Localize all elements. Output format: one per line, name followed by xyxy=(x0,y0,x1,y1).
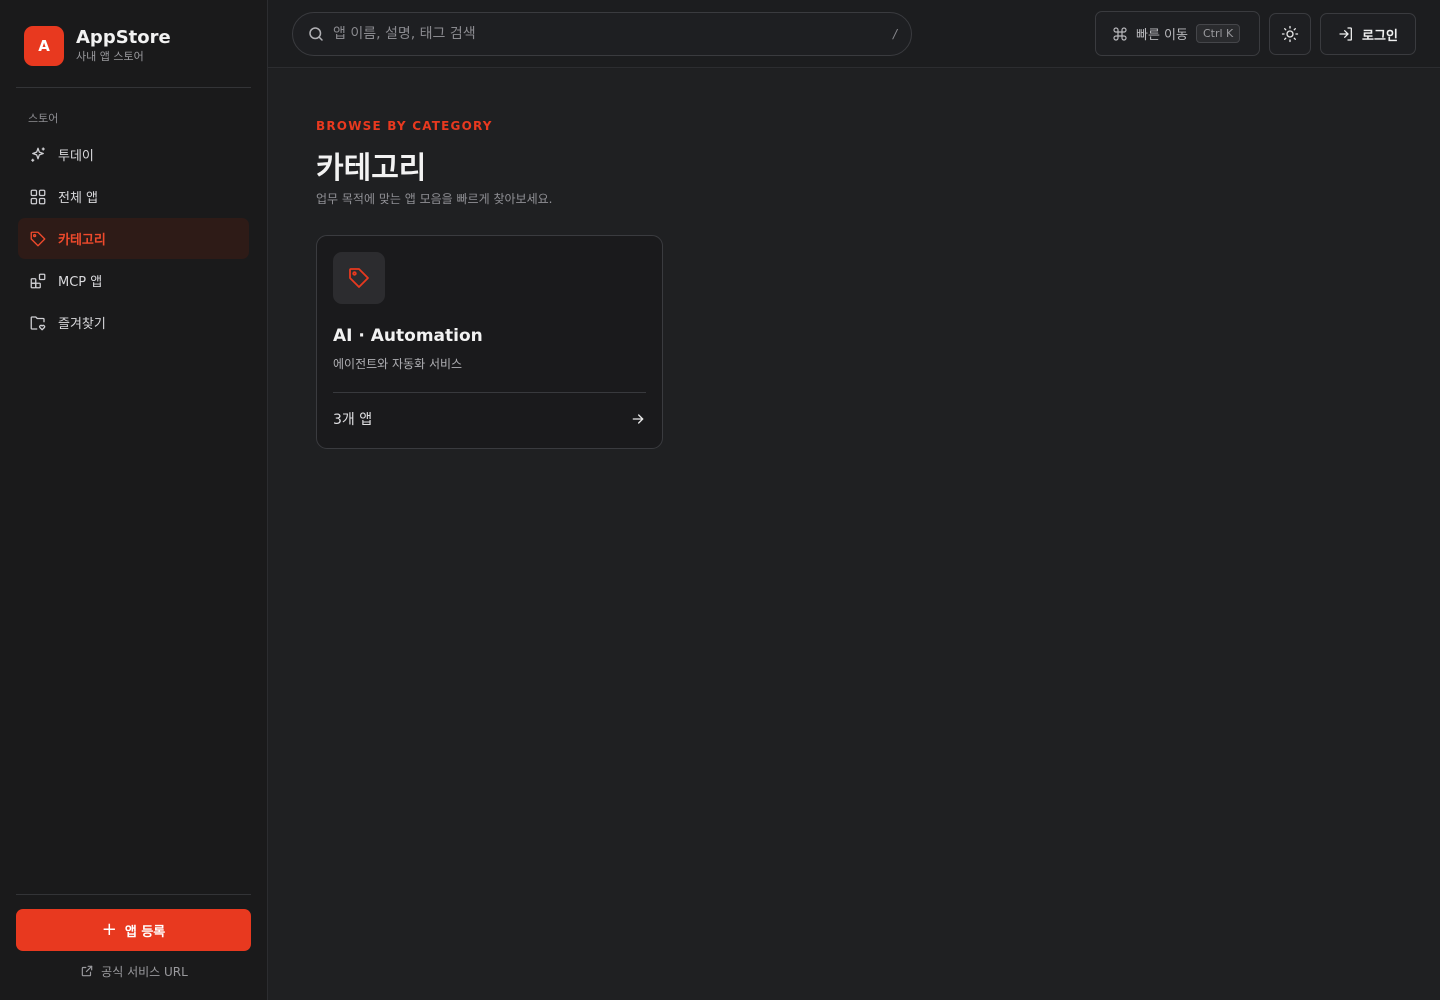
sparkles-icon xyxy=(28,145,48,165)
sidebar-item-favorites[interactable]: 즐겨찾기 xyxy=(18,302,249,343)
log-in-icon xyxy=(1338,26,1354,42)
theme-toggle-button[interactable] xyxy=(1269,13,1311,55)
sidebar-item-all-apps[interactable]: 전체 앱 xyxy=(18,176,249,217)
external-link-icon xyxy=(80,964,94,978)
folder-heart-icon xyxy=(28,313,48,333)
official-service-link[interactable]: 공식 서비스 URL xyxy=(0,962,268,980)
sidebar-item-today[interactable]: 투데이 xyxy=(18,134,249,175)
sidebar: A AppStore 사내 앱 스토어 스토어 투데이 전체 앱 카테고리 MC… xyxy=(0,0,268,1000)
quick-nav-label: 빠른 이동 xyxy=(1136,28,1188,43)
app-root: A AppStore 사내 앱 스토어 스토어 투데이 전체 앱 카테고리 MC… xyxy=(0,0,1440,1000)
login-label: 로그인 xyxy=(1362,28,1398,44)
sidebar-nav: 투데이 전체 앱 카테고리 MCP 앱 즐겨찾기 xyxy=(18,134,249,344)
page-title: 카테고리 xyxy=(316,151,427,186)
sidebar-item-label: 투데이 xyxy=(58,149,94,164)
quick-nav-shortcut: Ctrl K xyxy=(1195,24,1241,43)
brand-name: AppStore xyxy=(76,27,171,48)
category-icon-box xyxy=(333,252,385,304)
register-app-button[interactable]: + 앱 등록 xyxy=(16,909,251,951)
sun-icon xyxy=(1281,25,1299,43)
tag-icon xyxy=(28,229,48,249)
category-app-count: 3개 앱 xyxy=(333,412,373,428)
main-content: BROWSE BY CATEGORY 카테고리 업무 목적에 맞는 앱 모음을 … xyxy=(268,69,1440,1000)
command-icon xyxy=(1112,26,1128,42)
sidebar-item-categories[interactable]: 카테고리 xyxy=(18,218,249,259)
sidebar-divider xyxy=(16,87,251,88)
sidebar-item-label: 전체 앱 xyxy=(58,191,99,206)
search-input[interactable] xyxy=(333,26,893,42)
plus-icon: + xyxy=(101,919,117,940)
category-title: AI · Automation xyxy=(333,326,483,346)
tag-icon xyxy=(347,266,371,290)
sidebar-item-label: MCP 앱 xyxy=(58,275,103,290)
sidebar-item-mcp-apps[interactable]: MCP 앱 xyxy=(18,260,249,301)
grid-icon xyxy=(28,187,48,207)
brand-text: AppStore 사내 앱 스토어 xyxy=(76,27,171,65)
nav-section-label: 스토어 xyxy=(28,112,59,125)
sidebar-item-label: 즐겨찾기 xyxy=(58,317,106,332)
page-eyebrow: BROWSE BY CATEGORY xyxy=(316,119,493,133)
register-app-label: 앱 등록 xyxy=(124,924,166,940)
search-icon xyxy=(307,25,325,43)
page-description: 업무 목적에 맞는 앱 모음을 빠르게 찾아보세요. xyxy=(316,192,553,206)
brand[interactable]: A AppStore 사내 앱 스토어 xyxy=(24,26,171,66)
top-bar: / 빠른 이동 Ctrl K xyxy=(268,0,1440,68)
search-bar[interactable]: / xyxy=(292,12,912,56)
login-button[interactable]: 로그인 xyxy=(1320,13,1416,55)
card-divider xyxy=(333,392,646,393)
official-link-label: 공식 서비스 URL xyxy=(101,964,188,979)
category-card[interactable]: AI · Automation 에이전트와 자동화 서비스 3개 앱 xyxy=(316,235,663,449)
sidebar-item-label: 카테고리 xyxy=(58,233,106,248)
blocks-icon xyxy=(28,271,48,291)
arrow-right-icon[interactable] xyxy=(630,411,646,427)
sidebar-divider xyxy=(16,894,251,895)
category-description: 에이전트와 자동화 서비스 xyxy=(333,357,463,371)
quick-nav-button[interactable]: 빠른 이동 Ctrl K xyxy=(1095,11,1260,56)
search-shortcut-hint: / xyxy=(892,27,897,41)
brand-subtitle: 사내 앱 스토어 xyxy=(76,50,144,63)
brand-logo: A xyxy=(24,26,64,66)
